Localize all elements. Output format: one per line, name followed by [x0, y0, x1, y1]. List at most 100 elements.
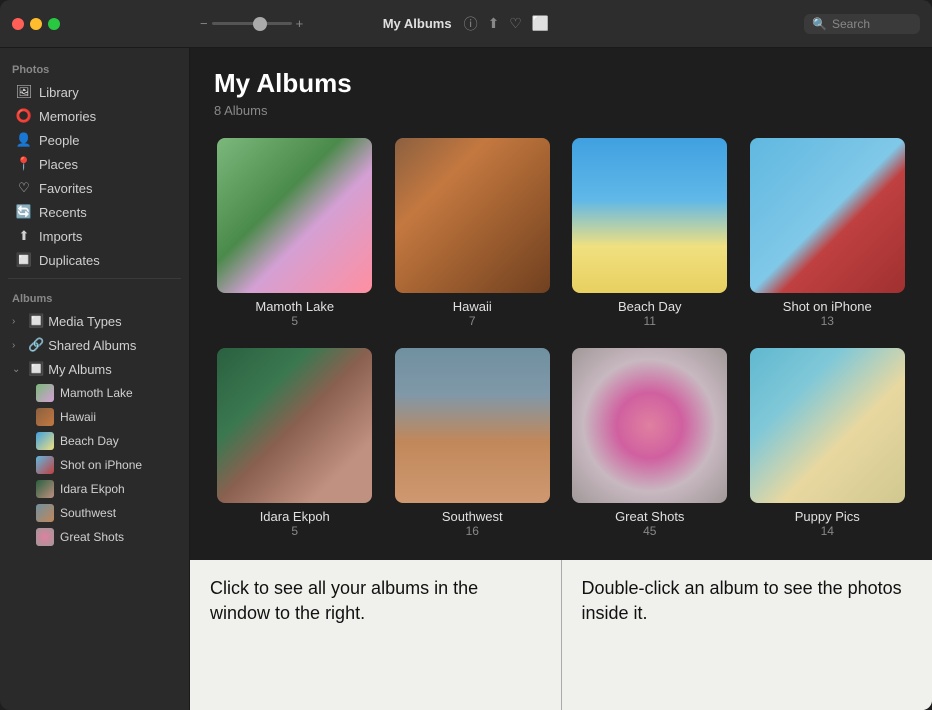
- sidebar-item-places[interactable]: 📍 Places: [4, 152, 185, 176]
- album-thumbnail-beach-day: [572, 138, 727, 293]
- album-thumbnail-idara-ekpoh: [217, 348, 372, 503]
- album-item-great-shots[interactable]: Great Shots 45: [569, 348, 731, 538]
- sidebar-sub-label: Great Shots: [60, 530, 124, 544]
- sidebar-item-memories[interactable]: ⭕ Memories: [4, 104, 185, 128]
- callout-divider: [561, 560, 562, 710]
- callout-left: Click to see all your albums in the wind…: [190, 560, 562, 710]
- sidebar-item-label: Places: [39, 157, 78, 172]
- main-window: − + My Albums ⓘ ⬆ ♡ ⬜ 🔍 Search Photos: [0, 0, 932, 710]
- sidebar-group-media-types[interactable]: 🔲 Media Types: [4, 309, 185, 333]
- share-icon[interactable]: ⬆: [488, 15, 500, 32]
- maximize-button[interactable]: [48, 18, 60, 30]
- sidebar-item-imports[interactable]: ⬆ Imports: [4, 224, 185, 248]
- album-name: Mamoth Lake: [255, 299, 334, 314]
- sidebar-item-label: Recents: [39, 205, 87, 220]
- titlebar-center: My Albums ⓘ ⬆ ♡ ⬜: [383, 14, 550, 34]
- album-thumb-mini: [36, 480, 54, 498]
- album-item-idara-ekpoh[interactable]: Idara Ekpoh 5: [214, 348, 376, 538]
- main-layout: Photos 🖼 Library ⭕ Memories 👤 People 📍 P…: [0, 48, 932, 710]
- sidebar-item-people[interactable]: 👤 People: [4, 128, 185, 152]
- places-icon: 📍: [16, 156, 32, 172]
- sidebar: Photos 🖼 Library ⭕ Memories 👤 People 📍 P…: [0, 48, 190, 710]
- album-thumbnail-great-shots: [572, 348, 727, 503]
- album-thumbnail-hawaii: [395, 138, 550, 293]
- sidebar-sub-idara-ekpoh[interactable]: Idara Ekpoh: [4, 477, 185, 501]
- sidebar-item-label: People: [39, 133, 79, 148]
- callout-right: Double-click an album to see the photos …: [562, 560, 932, 710]
- titlebar: − + My Albums ⓘ ⬆ ♡ ⬜ 🔍 Search: [0, 0, 932, 48]
- album-count: 13: [821, 314, 834, 328]
- album-thumb-mini: [36, 456, 54, 474]
- sidebar-group-label: Media Types: [48, 314, 121, 329]
- search-box[interactable]: 🔍 Search: [804, 14, 920, 34]
- search-icon: 🔍: [812, 17, 827, 31]
- imports-icon: ⬆: [16, 228, 32, 244]
- album-count: 16: [466, 524, 479, 538]
- album-name: Beach Day: [618, 299, 682, 314]
- album-item-beach-day[interactable]: Beach Day 11: [569, 138, 731, 328]
- zoom-in-button[interactable]: +: [296, 16, 304, 31]
- library-icon: 🖼: [16, 84, 32, 100]
- traffic-lights: [12, 18, 60, 30]
- sidebar-sub-label: Hawaii: [60, 410, 96, 424]
- album-count: 7: [469, 314, 476, 328]
- zoom-slider-thumb[interactable]: [253, 17, 267, 31]
- sidebar-sub-label: Southwest: [60, 506, 116, 520]
- people-icon: 👤: [16, 132, 32, 148]
- chevron-down-icon: [12, 364, 24, 375]
- sidebar-sub-hawaii[interactable]: Hawaii: [4, 405, 185, 429]
- sidebar-group-my-albums[interactable]: 🔲 My Albums: [4, 357, 185, 381]
- zoom-slider-track[interactable]: [212, 22, 292, 25]
- albums-content: My Albums 8 Albums Mamoth Lake 5 Hawaii …: [190, 48, 932, 560]
- album-item-hawaii[interactable]: Hawaii 7: [392, 138, 554, 328]
- page-title: My Albums: [214, 68, 908, 99]
- album-item-puppy-pics[interactable]: Puppy Pics 14: [747, 348, 909, 538]
- bottom-callout: Click to see all your albums in the wind…: [190, 560, 932, 710]
- sidebar-sub-shot-on-iphone[interactable]: Shot on iPhone: [4, 453, 185, 477]
- crop-icon[interactable]: ⬜: [532, 15, 549, 32]
- album-thumbnail-southwest: [395, 348, 550, 503]
- sidebar-item-library[interactable]: 🖼 Library: [4, 80, 185, 104]
- sidebar-sub-southwest[interactable]: Southwest: [4, 501, 185, 525]
- album-item-mamoth-lake[interactable]: Mamoth Lake 5: [214, 138, 376, 328]
- minimize-button[interactable]: [30, 18, 42, 30]
- albums-section-label: Albums: [0, 285, 189, 309]
- favorite-icon[interactable]: ♡: [509, 15, 522, 32]
- sidebar-item-duplicates[interactable]: 🔲 Duplicates: [4, 248, 185, 272]
- recents-icon: 🔄: [16, 204, 32, 220]
- titlebar-icons: ⓘ ⬆ ♡ ⬜: [464, 14, 550, 34]
- info-icon[interactable]: ⓘ: [464, 14, 478, 34]
- sidebar-item-recents[interactable]: 🔄 Recents: [4, 200, 185, 224]
- album-item-shot-on-iphone[interactable]: Shot on iPhone 13: [747, 138, 909, 328]
- sidebar-sub-mamoth-lake[interactable]: Mamoth Lake: [4, 381, 185, 405]
- album-name: Idara Ekpoh: [260, 509, 330, 524]
- albums-grid: Mamoth Lake 5 Hawaii 7 Beach Day 11: [214, 138, 908, 538]
- album-name: Great Shots: [615, 509, 684, 524]
- album-name: Shot on iPhone: [783, 299, 872, 314]
- sidebar-sub-beach-day[interactable]: Beach Day: [4, 429, 185, 453]
- sidebar-item-label: Duplicates: [39, 253, 100, 268]
- album-thumbnail-shot-on-iphone: [750, 138, 905, 293]
- search-input[interactable]: Search: [832, 17, 912, 31]
- sidebar-item-label: Memories: [39, 109, 96, 124]
- sidebar-divider: [8, 278, 181, 279]
- titlebar-title: My Albums: [383, 16, 452, 31]
- album-thumb-mini: [36, 528, 54, 546]
- album-count: 5: [291, 314, 298, 328]
- sidebar-sub-great-shots[interactable]: Great Shots: [4, 525, 185, 549]
- album-thumb-mini: [36, 504, 54, 522]
- album-name: Southwest: [442, 509, 503, 524]
- duplicates-icon: 🔲: [16, 252, 32, 268]
- close-button[interactable]: [12, 18, 24, 30]
- shared-albums-icon: 🔗: [28, 337, 44, 353]
- favorites-icon: ♡: [16, 180, 32, 196]
- zoom-slider-area: − +: [200, 16, 303, 31]
- sidebar-group-label: My Albums: [48, 362, 112, 377]
- album-item-southwest[interactable]: Southwest 16: [392, 348, 554, 538]
- sidebar-group-shared-albums[interactable]: 🔗 Shared Albums: [4, 333, 185, 357]
- album-count: 5: [291, 524, 298, 538]
- zoom-out-button[interactable]: −: [200, 16, 208, 31]
- sidebar-sub-label: Beach Day: [60, 434, 119, 448]
- chevron-right-icon: [12, 316, 24, 327]
- sidebar-item-favorites[interactable]: ♡ Favorites: [4, 176, 185, 200]
